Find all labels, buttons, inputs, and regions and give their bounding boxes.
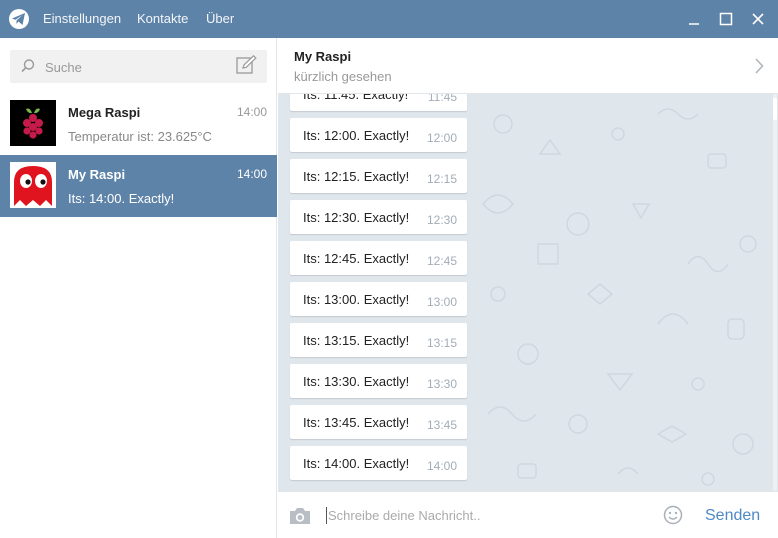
search-icon (20, 58, 36, 79)
dialog-last-message: Temperatur ist: 23.625°C (68, 129, 212, 144)
message-bubble[interactable]: Its: 13:45. Exactly! 13:45 (290, 405, 467, 439)
emoji-icon[interactable] (663, 505, 683, 530)
message-text: Its: 13:15. Exactly! (303, 333, 410, 348)
message-time: 14:00 (426, 459, 457, 473)
message-history[interactable]: Its: 11:45. Exactly! 11:45 Its: 12:00. E… (278, 94, 778, 491)
telegram-logo-icon (9, 9, 29, 29)
message-bubble[interactable]: Its: 12:15. Exactly! 12:15 (290, 159, 467, 193)
message-bubble[interactable]: Its: 12:00. Exactly! 12:00 (290, 118, 467, 152)
message-time: 13:30 (426, 377, 457, 391)
message-text: Its: 13:45. Exactly! (303, 415, 410, 430)
dialog-time: 14:00 (236, 105, 267, 119)
message-bubble[interactable]: Its: 13:00. Exactly! 13:00 (290, 282, 467, 316)
dialog-last-message: Its: 14:00. Exactly! (68, 191, 175, 206)
menu-ueber[interactable]: Über (206, 11, 234, 26)
message-text: Its: 12:30. Exactly! (303, 210, 410, 225)
message-time: 12:30 (426, 213, 457, 227)
dialog-my-raspi[interactable]: My Raspi 14:00 Its: 14:00. Exactly! (0, 155, 277, 217)
chat-status: kürzlich gesehen (294, 69, 392, 84)
scrollbar[interactable] (772, 94, 778, 491)
raspberry-pi-icon (10, 100, 56, 146)
dialogs-panel: Mega Raspi 14:00 Temperatur ist: 23.625°… (0, 38, 277, 538)
message-bubble[interactable]: Its: 14:00. Exactly! 14:00 (290, 446, 467, 480)
menu-einstellungen[interactable]: Einstellungen (43, 11, 121, 26)
message-time: 11:45 (427, 94, 457, 104)
message-text: Its: 12:45. Exactly! (303, 251, 410, 266)
red-ghost-icon (10, 162, 56, 208)
message-bubble[interactable]: Its: 12:30. Exactly! 12:30 (290, 200, 467, 234)
message-composer: Senden (278, 491, 778, 538)
message-text: Its: 14:00. Exactly! (303, 456, 410, 471)
dialog-time: 14:00 (236, 167, 267, 181)
compose-icon[interactable] (236, 54, 257, 80)
chat-title: My Raspi (294, 49, 352, 64)
text-cursor (326, 507, 327, 524)
send-button[interactable]: Senden (705, 507, 760, 525)
dialog-name: My Raspi (68, 167, 126, 182)
maximize-icon[interactable] (716, 9, 736, 29)
close-icon[interactable] (748, 9, 768, 29)
message-time: 13:15 (426, 336, 457, 350)
message-text: Its: 13:00. Exactly! (303, 292, 410, 307)
message-input[interactable] (328, 505, 648, 525)
message-bubble[interactable]: Its: 11:45. Exactly! 11:45 (290, 94, 467, 111)
menu-kontakte[interactable]: Kontakte (137, 11, 188, 26)
search-input[interactable] (45, 57, 225, 77)
message-time: 12:45 (426, 254, 457, 268)
message-bubble[interactable]: Its: 13:15. Exactly! 13:15 (290, 323, 467, 357)
message-time: 12:15 (426, 172, 457, 186)
message-bubble[interactable]: Its: 12:45. Exactly! 12:45 (290, 241, 467, 275)
minimize-icon[interactable] (684, 9, 704, 29)
message-text: Its: 11:45. Exactly! (303, 94, 409, 102)
chat-header[interactable]: My Raspi kürzlich gesehen (278, 38, 778, 94)
message-time: 13:00 (426, 295, 457, 309)
camera-icon[interactable] (288, 506, 312, 531)
dialog-name: Mega Raspi (68, 105, 141, 120)
message-text: Its: 12:15. Exactly! (303, 169, 410, 184)
message-bubble[interactable]: Its: 13:30. Exactly! 13:30 (290, 364, 467, 398)
message-text: Its: 12:00. Exactly! (303, 128, 410, 143)
search-box[interactable] (10, 50, 267, 83)
title-bar: Einstellungen Kontakte Über (0, 0, 778, 38)
message-time: 13:45 (426, 418, 457, 432)
message-text: Its: 13:30. Exactly! (303, 374, 410, 389)
message-time: 12:00 (426, 131, 457, 145)
dialog-mega-raspi[interactable]: Mega Raspi 14:00 Temperatur ist: 23.625°… (0, 93, 277, 155)
chevron-right-icon[interactable] (754, 58, 764, 79)
